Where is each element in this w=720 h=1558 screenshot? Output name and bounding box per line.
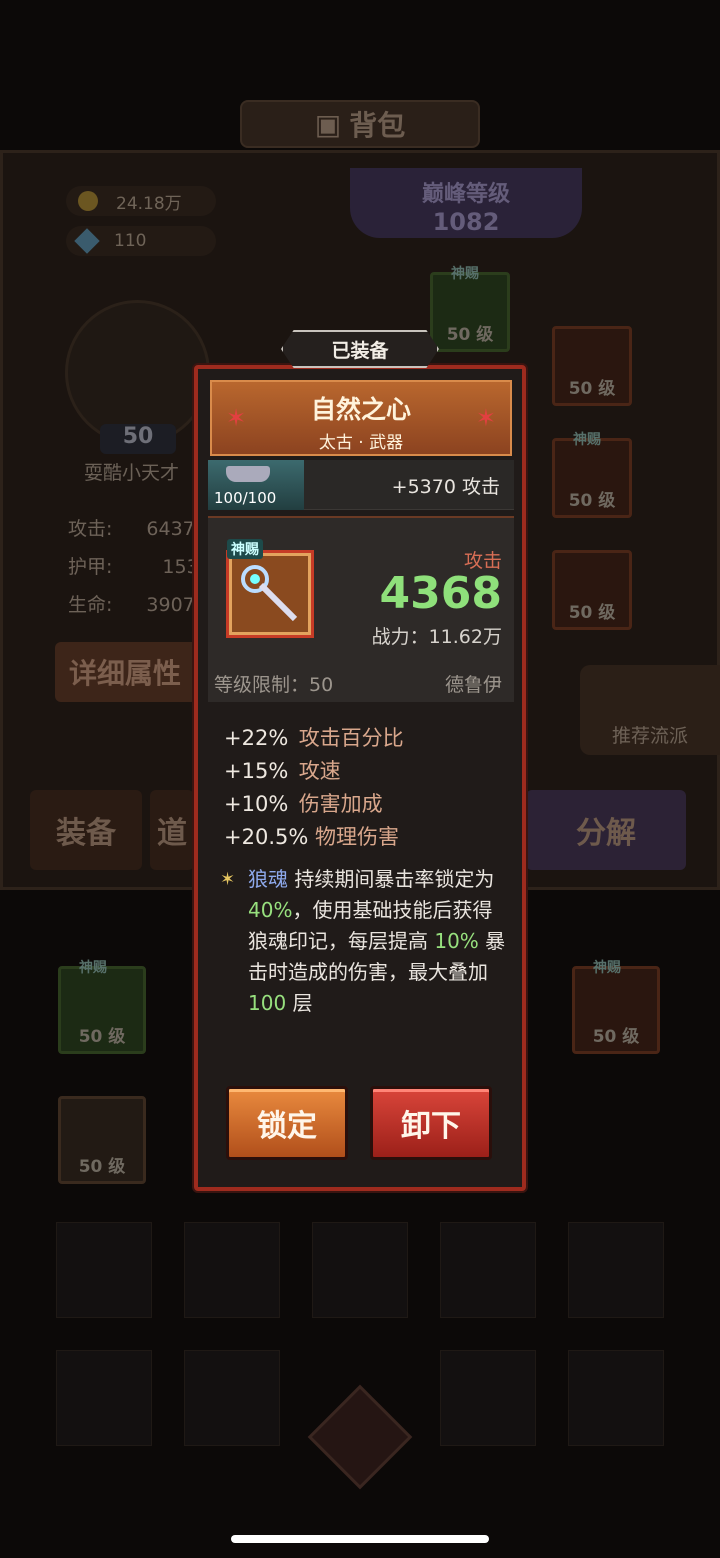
player-level: 50	[100, 424, 176, 454]
bag-item[interactable]: 神赐 50 级	[572, 960, 660, 1054]
equip-slot[interactable]: 50 级	[552, 326, 632, 406]
bag-cell[interactable]	[440, 1222, 536, 1318]
item-stats-panel: 神赐 攻击 4368 战力：11.62万 等级限制：50 德鲁伊	[208, 516, 514, 702]
bag-cell[interactable]	[184, 1350, 280, 1446]
gold-counter: 24.18万	[66, 186, 216, 216]
bag-cell[interactable]	[568, 1350, 664, 1446]
star-icon: ✶	[475, 404, 496, 432]
skill-name: 狼魂	[248, 867, 288, 891]
item-name-banner: ✶ ✶ 自然之心 太古 · 武器	[210, 380, 512, 456]
skill-description: ✶ 狼魂 持续期间暴击率锁定为 40%，使用基础技能后获得狼魂印记，每层提高 1…	[220, 864, 510, 1019]
close-icon[interactable]	[307, 1384, 413, 1490]
stat-attack: 攻击: 6437	[68, 518, 195, 540]
stat-hp: 生命: 3907	[68, 594, 195, 616]
affix-list: +22% 攻击百分比 +15% 攻速 +10% 伤害加成 +20.5% 物理伤害	[224, 722, 514, 854]
equipped-tag: 已装备	[281, 330, 439, 368]
lock-button[interactable]: 锁定	[226, 1086, 348, 1160]
item-name: 自然之心	[310, 395, 411, 424]
home-indicator[interactable]	[231, 1535, 489, 1543]
stat-armor: 护甲: 153	[68, 556, 199, 578]
bag-icon: ▣	[314, 107, 342, 141]
equip-slot[interactable]: 50 级	[552, 550, 632, 630]
combat-power: 战力：11.62万	[371, 626, 502, 648]
recommend-build-button[interactable]: 推荐流派	[580, 665, 720, 755]
unequip-button[interactable]: 卸下	[370, 1086, 492, 1160]
equip-slot[interactable]: 神赐 50 级	[430, 266, 510, 352]
gem-counter: 110	[66, 226, 216, 256]
bag-title: ▣ 背包	[240, 100, 480, 148]
bag-cell[interactable]	[184, 1222, 280, 1318]
item-type: 太古 · 武器	[318, 433, 404, 453]
affix-row: +15% 攻速	[224, 759, 341, 783]
bag-cell[interactable]	[56, 1350, 152, 1446]
enhance-bonus: +5370 攻击	[391, 476, 500, 498]
bag-cell[interactable]	[440, 1350, 536, 1446]
star-icon: ✶	[226, 404, 247, 432]
tab-items[interactable]: 道	[150, 790, 194, 870]
attack-value: 4368	[379, 568, 502, 619]
affix-row: +22% 攻击百分比	[224, 726, 404, 750]
star-icon: ✶	[220, 869, 236, 890]
item-tag: 神赐	[227, 539, 263, 559]
staff-icon: 神赐	[226, 539, 314, 638]
bag-cell[interactable]	[312, 1222, 408, 1318]
class-name: 德鲁伊	[444, 674, 502, 696]
bag-item[interactable]: 神赐 50 级	[58, 960, 146, 1054]
anvil-icon: 100/100	[208, 460, 304, 510]
affix-row: +10% 伤害加成	[224, 792, 383, 816]
tab-decompose[interactable]: 分解	[526, 790, 686, 870]
equip-slot[interactable]: 神赐 50 级	[552, 432, 632, 518]
gem-icon	[74, 228, 100, 254]
affix-row: +20.5% 物理伤害	[224, 825, 399, 849]
tab-equipment[interactable]: 装备	[30, 790, 142, 870]
coin-icon	[78, 191, 98, 211]
enhance-row: 100/100 +5370 攻击	[208, 460, 514, 510]
player-name: 耍酷小天才	[84, 462, 180, 484]
bag-cell[interactable]	[56, 1222, 152, 1318]
level-limit: 等级限制：50	[214, 674, 334, 696]
peak-level-badge[interactable]: 巅峰等级 1082	[350, 168, 582, 238]
enhance-count: 100/100	[214, 489, 277, 507]
detail-attributes-button[interactable]: 详细属性	[55, 642, 200, 702]
bag-cell[interactable]	[568, 1222, 664, 1318]
bag-item[interactable]: 50 级	[58, 1096, 146, 1184]
